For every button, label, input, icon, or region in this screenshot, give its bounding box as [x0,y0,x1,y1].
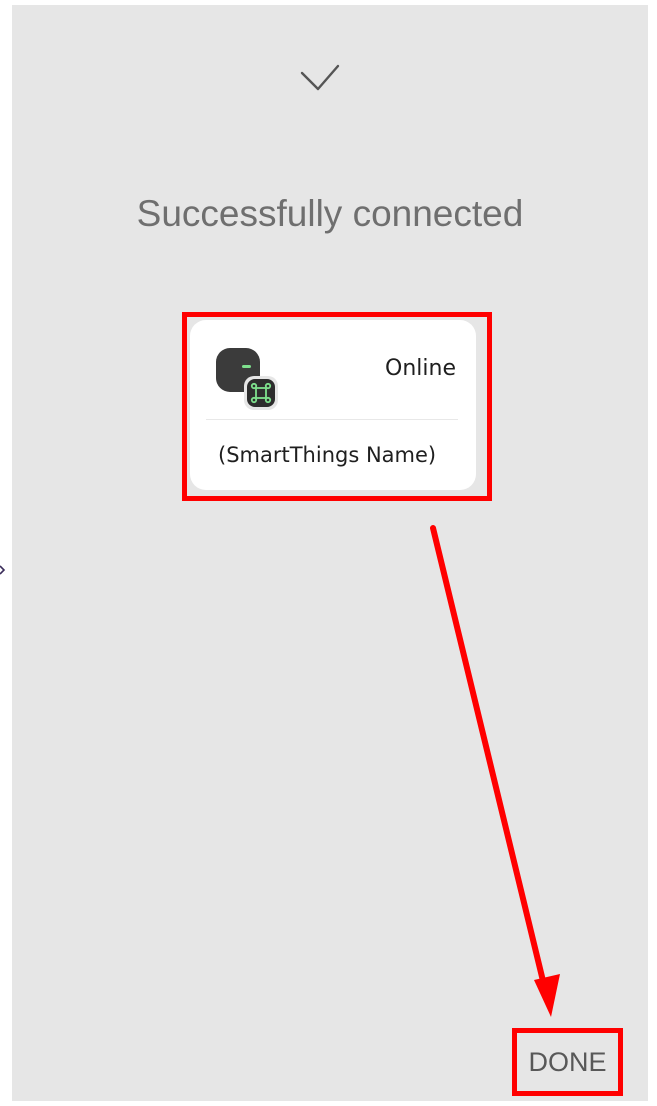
card-divider [206,419,458,420]
screen-background [12,5,648,1101]
device-name: (SmartThings Name) [218,443,437,467]
side-chevron-icon [0,565,6,575]
done-button[interactable]: DONE [517,1033,618,1091]
device-card[interactable]: Online (SmartThings Name) [190,320,476,490]
checkmark-icon [300,64,340,91]
device-status: Online [385,356,456,381]
page-title: Successfully connected [136,193,524,234]
smartthings-hub-icon [216,348,278,410]
